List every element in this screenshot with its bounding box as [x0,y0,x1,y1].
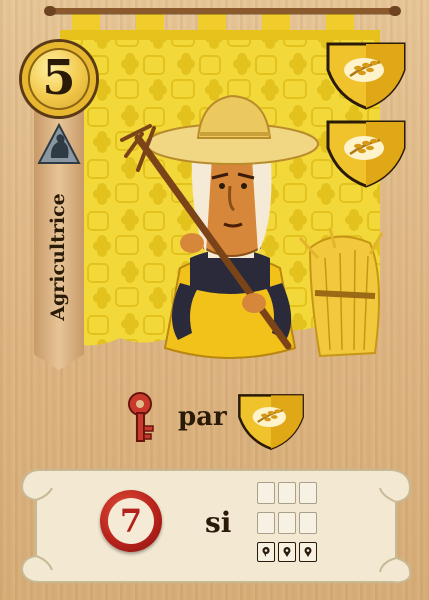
reward-value: 7 [119,502,143,540]
gold-coin-icon: 5 [22,42,96,116]
grid-cell [299,512,317,534]
wax-seal-icon: 7 [100,490,162,552]
cost-value: 5 [42,50,76,106]
key-icon [128,392,154,442]
grid-cell [257,512,275,534]
banner-rod [50,8,395,14]
grid-cell [278,482,296,504]
wheat-shield-icon [326,120,406,188]
ability-word: par [178,402,227,432]
character-card[interactable]: Agricultrice 5 par 7 si [0,0,429,600]
location-pin-icon [278,542,296,562]
grid-cell [299,482,317,504]
rod-end-right [389,6,401,16]
role-name: Agricultrice [47,193,69,321]
building-grid-icon [257,482,319,566]
location-pin-icon [299,542,317,562]
grid-cell [278,512,296,534]
rod-end-left [44,6,56,16]
location-pin-icon [257,542,275,562]
condition-word: si [205,506,232,539]
wheat-shield-icon [326,42,406,110]
wheat-sheaf-icon [298,227,384,358]
wheat-shield-icon [238,394,304,450]
grid-cell [257,482,275,504]
farmer-silhouette-icon [37,122,81,164]
seal-center: 7 [108,498,154,544]
